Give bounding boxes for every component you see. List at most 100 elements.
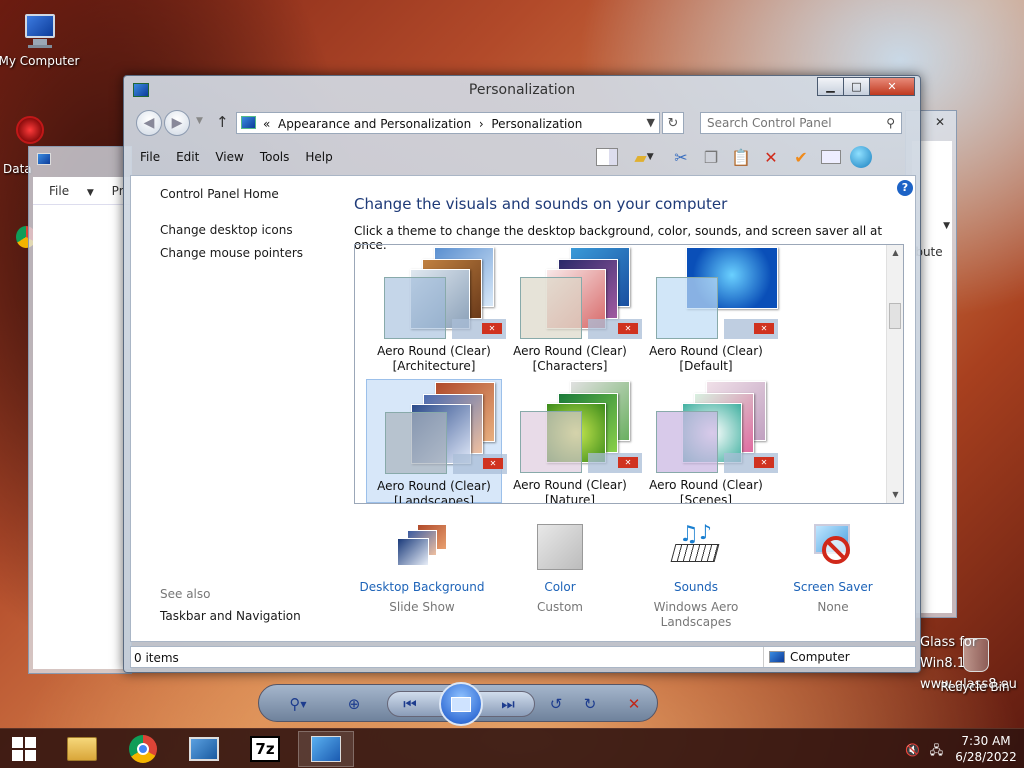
theme-scrollbar[interactable]: ▲ ▼ bbox=[886, 245, 903, 503]
status-item-count: 0 items bbox=[134, 651, 179, 665]
theme-name: Aero Round (Clear) bbox=[649, 344, 763, 358]
personalization-window[interactable]: Personalization ▁ □ ✕ ◀ ▶ ▼ ↑ « Appearan… bbox=[123, 75, 921, 673]
delete-icon[interactable]: ✕ bbox=[758, 144, 784, 170]
window-title: Personalization bbox=[468, 82, 576, 98]
menu-view[interactable]: View bbox=[207, 146, 251, 170]
rotate-clockwise-icon[interactable]: ↻ bbox=[579, 693, 601, 715]
left-pane: Control Panel Home Change desktop icons … bbox=[131, 176, 341, 641]
taskbar-photo-viewer[interactable] bbox=[176, 731, 232, 767]
sounds-label[interactable]: Sounds bbox=[628, 580, 764, 594]
recycle-bin-label: Recycle Bin bbox=[940, 680, 1010, 694]
menu-tools[interactable]: Tools bbox=[252, 146, 298, 170]
refresh-button[interactable]: ↻ bbox=[662, 112, 684, 134]
checkmark-icon[interactable]: ✔ bbox=[788, 144, 814, 170]
theme-item-selected[interactable]: ✕ Aero Round (Clear) [Landscapes] bbox=[366, 379, 507, 503]
preview-pane-icon[interactable] bbox=[594, 144, 620, 170]
theme-category: [Characters] bbox=[532, 359, 608, 373]
background-window[interactable]: File ▼ Pr bbox=[28, 146, 132, 674]
start-button[interactable] bbox=[0, 729, 48, 768]
recycle-bin-icon bbox=[963, 638, 989, 672]
delete-icon[interactable]: ✕ bbox=[623, 693, 645, 715]
desktop-icon-my-computer[interactable]: My Computer bbox=[0, 10, 84, 68]
close-button[interactable]: ✕ bbox=[869, 77, 915, 96]
theme-name: Aero Round (Clear) bbox=[513, 344, 627, 358]
zoom-icon[interactable]: ⚲ ▼ bbox=[287, 693, 309, 715]
mandala-icon bbox=[16, 116, 44, 144]
forward-button[interactable]: ▶ bbox=[164, 110, 190, 136]
scroll-up-icon[interactable]: ▲ bbox=[887, 245, 903, 261]
previous-icon[interactable]: ⏮ bbox=[399, 693, 421, 715]
maximize-button[interactable]: □ bbox=[843, 77, 870, 96]
minimize-button[interactable]: ▁ bbox=[817, 77, 844, 96]
taskbar-file-explorer[interactable] bbox=[54, 731, 110, 767]
breadcrumb-appearance[interactable]: Appearance and Personalization bbox=[278, 117, 471, 131]
folder-options-icon[interactable]: ▰ ▼ bbox=[624, 144, 664, 170]
desktop-background-value: Slide Show bbox=[389, 600, 455, 614]
search-input[interactable] bbox=[701, 113, 871, 133]
bg-menu-file[interactable]: File bbox=[49, 184, 69, 198]
search-box[interactable]: ⚲ bbox=[700, 112, 902, 134]
computer-icon bbox=[19, 10, 59, 50]
folder-icon bbox=[67, 737, 97, 761]
rotate-counterclockwise-icon[interactable]: ↺ bbox=[545, 693, 567, 715]
copy-icon[interactable]: ❐ bbox=[698, 144, 724, 170]
photo-viewer-controls: ⚲ ▼ ⊕ ⏮ ⏭ ↺ ↻ ✕ bbox=[258, 682, 658, 726]
menu-file[interactable]: File bbox=[132, 146, 168, 170]
change-desktop-icons-link[interactable]: Change desktop icons bbox=[160, 223, 293, 237]
screen-saver-item[interactable]: Screen Saver None bbox=[765, 522, 901, 615]
scroll-down-icon[interactable]: ▼ bbox=[887, 487, 903, 503]
breadcrumb-personalization[interactable]: Personalization bbox=[491, 117, 582, 131]
windows-logo-icon bbox=[12, 737, 36, 761]
chevron-down-icon[interactable]: ▼ bbox=[87, 188, 94, 198]
desktop-background-item[interactable]: Desktop Background Slide Show bbox=[354, 522, 490, 615]
color-label[interactable]: Color bbox=[492, 580, 628, 594]
photo-viewer-icon bbox=[189, 737, 219, 761]
7zip-label: 7z bbox=[255, 740, 275, 758]
desktop-background-label[interactable]: Desktop Background bbox=[354, 580, 490, 594]
bg-dropdown-arrow[interactable]: ▼ bbox=[943, 221, 950, 231]
up-arrow-icon[interactable]: ↑ bbox=[216, 113, 229, 131]
slideshow-button[interactable] bbox=[439, 682, 483, 726]
breadcrumb-separator[interactable]: › bbox=[479, 117, 484, 131]
search-icon[interactable]: ⚲ bbox=[886, 116, 895, 130]
desktop-icon-recycle-bin[interactable]: Recycle Bin bbox=[935, 638, 1015, 694]
fit-to-window-icon[interactable]: ⊕ bbox=[343, 693, 365, 715]
taskbar-chrome[interactable] bbox=[115, 731, 171, 767]
properties-icon[interactable] bbox=[818, 144, 844, 170]
network-icon[interactable]: 🖧 bbox=[930, 743, 943, 757]
control-panel-home-link[interactable]: Control Panel Home bbox=[160, 187, 279, 201]
paste-icon[interactable]: 📋 bbox=[728, 144, 754, 170]
scroll-thumb[interactable] bbox=[889, 303, 901, 329]
theme-item[interactable]: ✕ Aero Round (Clear) [Characters] bbox=[502, 245, 642, 373]
address-bar[interactable]: « Appearance and Personalization › Perso… bbox=[236, 112, 660, 134]
recent-pages-chevron-icon[interactable]: ▼ bbox=[196, 116, 203, 126]
taskbar-navigation-link[interactable]: Taskbar and Navigation bbox=[160, 609, 301, 623]
breadcrumb-overflow[interactable]: « bbox=[263, 117, 270, 131]
next-icon[interactable]: ⏭ bbox=[497, 693, 519, 715]
theme-item[interactable]: ✕ Aero Round (Clear) [Scenes] bbox=[638, 379, 778, 503]
volume-muted-icon[interactable]: 🔇 bbox=[905, 743, 920, 757]
change-mouse-pointers-link[interactable]: Change mouse pointers bbox=[160, 246, 303, 260]
help-icon[interactable]: ? bbox=[897, 180, 913, 196]
back-button[interactable]: ◀ bbox=[136, 110, 162, 136]
theme-item[interactable]: ✕ Aero Round (Clear) [Nature] bbox=[502, 379, 642, 503]
sounds-item[interactable]: ♫ ♪ Sounds Windows Aero Landscapes bbox=[628, 520, 764, 630]
screen-saver-label[interactable]: Screen Saver bbox=[765, 580, 901, 594]
globe-icon[interactable] bbox=[848, 144, 874, 170]
address-dropdown-icon[interactable]: ▼ bbox=[647, 116, 655, 129]
close-icon: ✕ bbox=[482, 323, 502, 334]
bg-window-icon bbox=[37, 153, 51, 165]
menu-help[interactable]: Help bbox=[297, 146, 340, 170]
bg-close-button[interactable]: ✕ bbox=[930, 115, 950, 131]
taskbar-7zip[interactable]: 7z bbox=[237, 731, 293, 767]
theme-category: [Default] bbox=[679, 359, 733, 373]
clock[interactable]: 7:30 AM 6/28/2022 bbox=[955, 733, 1017, 765]
menu-edit[interactable]: Edit bbox=[168, 146, 207, 170]
taskbar-control-panel[interactable] bbox=[298, 731, 354, 767]
cut-icon[interactable]: ✂ bbox=[668, 144, 694, 170]
theme-item[interactable]: ✕ Aero Round (Clear) [Default] bbox=[638, 245, 778, 373]
theme-item[interactable]: ✕ Aero Round (Clear) [Architecture] bbox=[366, 245, 506, 373]
desktop-icon-data[interactable]: Data bbox=[0, 112, 44, 182]
title-bar[interactable]: Personalization ▁ □ ✕ bbox=[124, 76, 920, 104]
color-item[interactable]: Color Custom bbox=[492, 522, 628, 615]
